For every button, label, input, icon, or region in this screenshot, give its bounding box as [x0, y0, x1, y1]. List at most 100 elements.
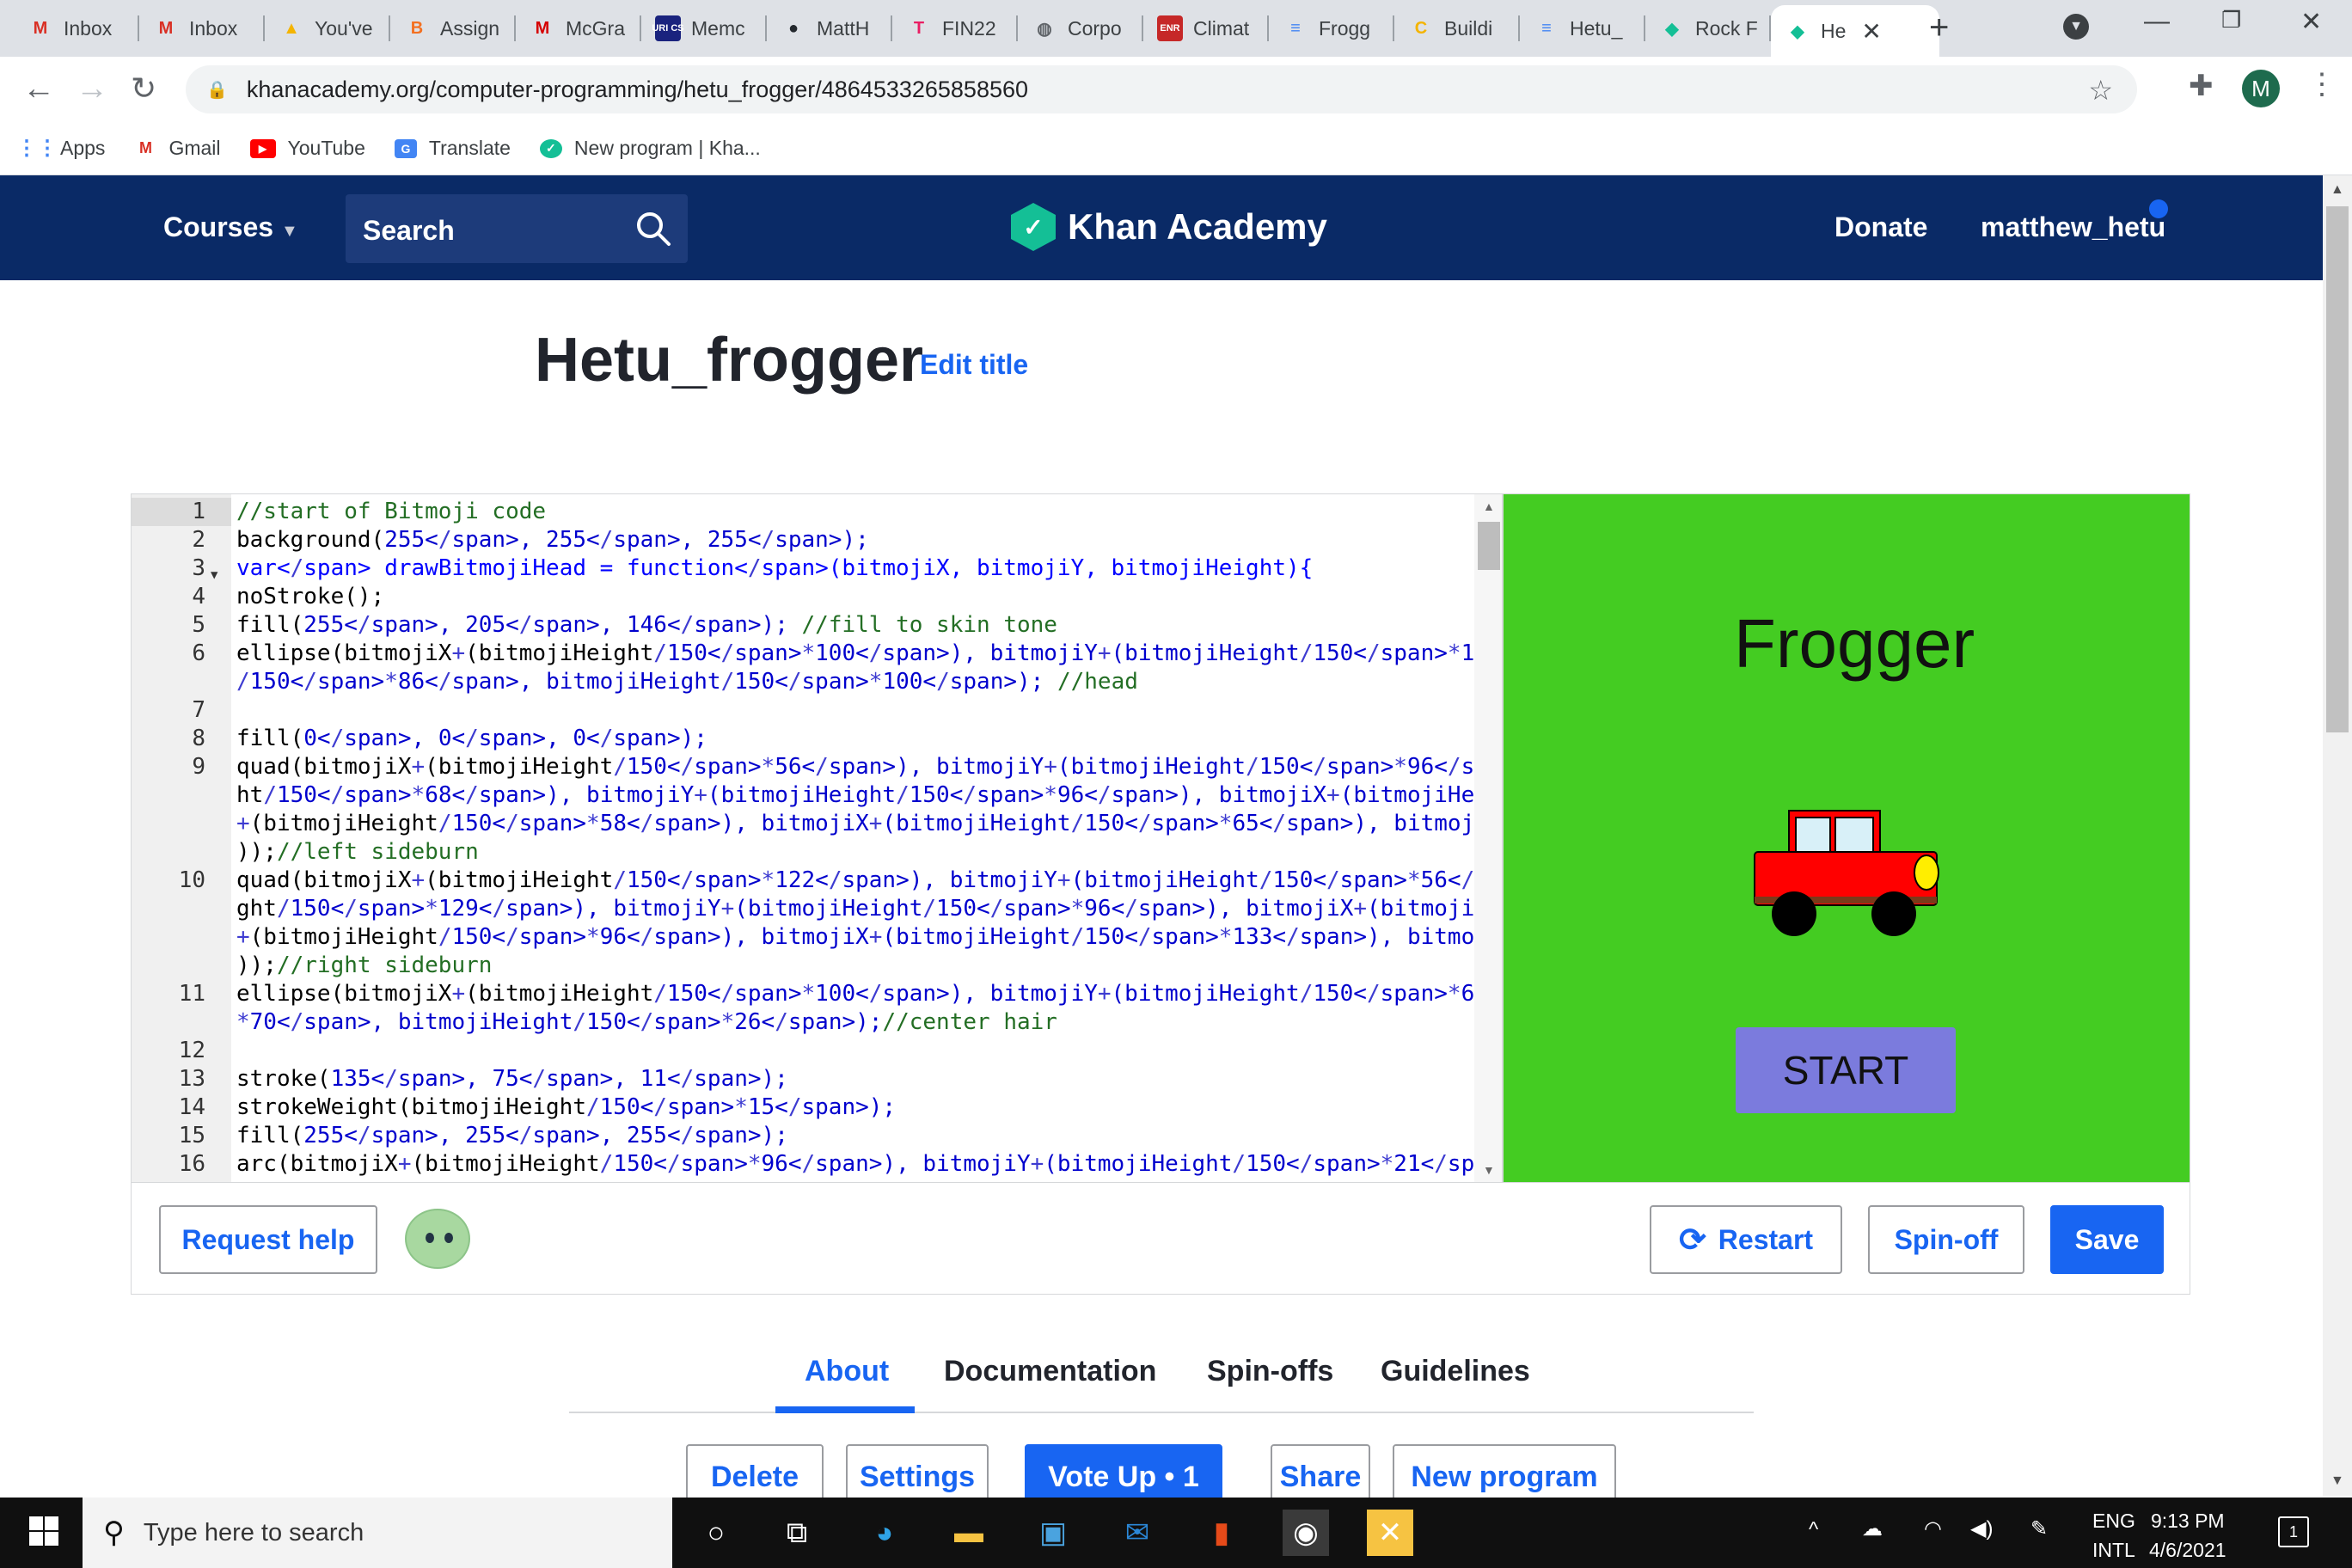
save-button[interactable]: Save: [2050, 1205, 2164, 1274]
profile-avatar[interactable]: M: [2242, 70, 2280, 107]
windows-start-icon[interactable]: [29, 1516, 58, 1546]
code-line[interactable]: ellipse(bitmojiX+(bitmojiHeight/150</spa…: [236, 640, 1502, 668]
fold-arrow-icon[interactable]: ▼: [211, 561, 217, 590]
office-icon[interactable]: ▮: [1198, 1510, 1245, 1556]
browser-tab[interactable]: M Inbox: [139, 7, 265, 50]
browser-tab[interactable]: ◍ Corpo: [1018, 7, 1143, 50]
cortana-icon[interactable]: ○: [693, 1510, 739, 1556]
request-help-button[interactable]: Request help: [159, 1205, 377, 1274]
editor-scrollbar[interactable]: ▲ ▼: [1474, 494, 1502, 1182]
tab-about[interactable]: About: [805, 1355, 889, 1388]
browser-tab[interactable]: C Buildi: [1394, 7, 1520, 50]
browser-tab[interactable]: URI CS Memc: [641, 7, 767, 50]
code-line[interactable]: fill(0</span>, 0</span>, 0</span>);: [236, 725, 707, 753]
donate-link[interactable]: Donate: [1834, 211, 1927, 243]
scroll-down-icon[interactable]: ▼: [1483, 1163, 1495, 1177]
tab-guidelines[interactable]: Guidelines: [1381, 1355, 1530, 1388]
back-icon[interactable]: ←: [22, 69, 55, 108]
bookmark-apps[interactable]: ⋮⋮ Apps: [16, 137, 105, 160]
code-line[interactable]: strokeWeight(bitmojiHeight/150</span>*15…: [236, 1093, 896, 1122]
code-line[interactable]: ellipse(bitmojiX+(bitmojiHeight/150</spa…: [236, 980, 1502, 1008]
start-button[interactable]: START: [1736, 1027, 1956, 1113]
pen-icon[interactable]: ✎: [2030, 1516, 2048, 1541]
code-line[interactable]: ));//right sideburn: [236, 952, 492, 980]
clock[interactable]: 9:13 PM 4/6/2021: [2149, 1506, 2226, 1565]
browser-tab[interactable]: T FIN22: [892, 7, 1018, 50]
minimize-icon[interactable]: —: [2144, 7, 2170, 36]
scrollbar-thumb[interactable]: [1478, 522, 1500, 570]
browser-tab[interactable]: ◆ Rock F: [1645, 7, 1771, 50]
code-line[interactable]: var</span> drawBitmojiHead = function</s…: [236, 554, 1313, 583]
code-line[interactable]: ght/150</span>*129</span>), bitmojiY+(bi…: [236, 895, 1502, 923]
browser-tab[interactable]: B Assign: [390, 7, 516, 50]
restart-button[interactable]: ⟳ Restart: [1650, 1205, 1842, 1274]
taskbar-search-input[interactable]: ⚲ Type here to search: [83, 1498, 672, 1568]
browser-tab[interactable]: ◆ He ✕: [1771, 5, 1939, 57]
chrome-icon[interactable]: ◉: [1283, 1510, 1329, 1556]
input-language[interactable]: ENG INTL: [2092, 1506, 2135, 1565]
user-menu[interactable]: matthew_hetu: [1981, 211, 2165, 243]
spin-off-button[interactable]: Spin-off: [1868, 1205, 2024, 1274]
cloud-icon[interactable]: ☁: [1862, 1516, 1883, 1541]
scroll-up-icon[interactable]: ▲: [1483, 499, 1495, 513]
program-output-canvas[interactable]: Frogger START: [1503, 493, 2190, 1183]
store-icon[interactable]: ▣: [1030, 1510, 1076, 1556]
browser-tab[interactable]: M Inbox: [14, 7, 139, 50]
code-line[interactable]: *70</span>, bitmojiHeight/150</span>*26<…: [236, 1008, 1057, 1037]
code-line[interactable]: ht/150</span>*68</span>), bitmojiY+(bitm…: [236, 781, 1502, 810]
code-line[interactable]: //start of Bitmoji code: [236, 498, 546, 526]
new-tab-button[interactable]: +: [1929, 9, 1949, 46]
search-icon[interactable]: [634, 210, 672, 257]
code-line[interactable]: /150</span>*86</span>, bitmojiHeight/150…: [236, 668, 1138, 696]
khan-academy-logo[interactable]: ✓ Khan Academy: [1011, 203, 1327, 251]
file-explorer-icon[interactable]: ▬: [946, 1510, 992, 1556]
extensions-icon[interactable]: ✚: [2189, 69, 2214, 103]
mail-icon[interactable]: ✉: [1114, 1510, 1161, 1556]
edge-icon[interactable]: ◕: [861, 1510, 908, 1556]
notification-dot[interactable]: [2149, 199, 2168, 218]
scroll-up-icon[interactable]: ▲: [2331, 182, 2344, 198]
task-view-icon[interactable]: ⧉: [774, 1510, 820, 1556]
restore-icon[interactable]: ❐: [2221, 7, 2241, 34]
bookmark-translate[interactable]: G Translate: [394, 137, 511, 160]
reload-icon[interactable]: ↻: [131, 69, 156, 108]
code-line[interactable]: fill(255</span>, 205</span>, 146</span>)…: [236, 611, 1057, 640]
courses-menu[interactable]: Courses ▼: [163, 211, 298, 243]
bookmark-youtube[interactable]: ▶ YouTube: [249, 137, 365, 160]
scrollbar-thumb[interactable]: [2326, 206, 2349, 732]
browser-tab[interactable]: ≡ Frogg: [1269, 7, 1394, 50]
bookmark-star-icon[interactable]: ☆: [2088, 74, 2113, 107]
bookmark-gmail[interactable]: M Gmail: [134, 137, 221, 160]
bookmark-new-program[interactable]: ✓ New program | Kha...: [539, 137, 761, 160]
code-line[interactable]: fill(255</span>, 255</span>, 255</span>)…: [236, 1122, 788, 1150]
browser-tab[interactable]: M McGra: [516, 7, 641, 50]
tab-spin-offs[interactable]: Spin-offs: [1207, 1355, 1333, 1388]
avatar[interactable]: [405, 1209, 470, 1269]
code-line[interactable]: quad(bitmojiX+(bitmojiHeight/150</span>*…: [236, 867, 1502, 895]
code-line[interactable]: stroke(135</span>, 75</span>, 11</span>)…: [236, 1065, 788, 1093]
app-icon[interactable]: ✕: [1367, 1510, 1413, 1556]
tab-search-icon[interactable]: ▼: [2063, 14, 2089, 40]
chrome-menu-icon[interactable]: ⋮: [2307, 67, 2337, 101]
code-line[interactable]: arc(bitmojiX+(bitmojiHeight/150</span>*9…: [236, 1150, 1502, 1179]
tab-documentation[interactable]: Documentation: [944, 1355, 1156, 1388]
page-scrollbar[interactable]: ▲ ▼: [2323, 175, 2352, 1496]
forward-icon[interactable]: →: [76, 69, 108, 108]
chevron-up-icon[interactable]: ^: [1809, 1518, 1818, 1542]
close-tab-icon[interactable]: ✕: [1861, 17, 1881, 46]
notifications-icon[interactable]: 1: [2278, 1516, 2309, 1547]
search-input[interactable]: Search: [346, 194, 688, 263]
address-bar[interactable]: 🔒 khanacademy.org/computer-programming/h…: [186, 65, 2137, 113]
browser-tab[interactable]: ≡ Hetu_: [1520, 7, 1645, 50]
browser-tab[interactable]: ● MattH: [767, 7, 892, 50]
code-line[interactable]: quad(bitmojiX+(bitmojiHeight/150</span>*…: [236, 753, 1502, 781]
code-line[interactable]: noStroke();: [236, 583, 384, 611]
code-line[interactable]: ));//left sideburn: [236, 838, 479, 867]
code-line[interactable]: +(bitmojiHeight/150</span>*96</span>), b…: [236, 923, 1502, 952]
volume-icon[interactable]: ◀): [1970, 1516, 1993, 1541]
edit-title-link[interactable]: Edit title: [920, 349, 1028, 381]
wifi-icon[interactable]: ◠: [1924, 1516, 1942, 1541]
browser-tab[interactable]: ENR Climat: [1143, 7, 1269, 50]
scroll-down-icon[interactable]: ▼: [2331, 1473, 2344, 1489]
code-line[interactable]: +(bitmojiHeight/150</span>*58</span>), b…: [236, 810, 1502, 838]
